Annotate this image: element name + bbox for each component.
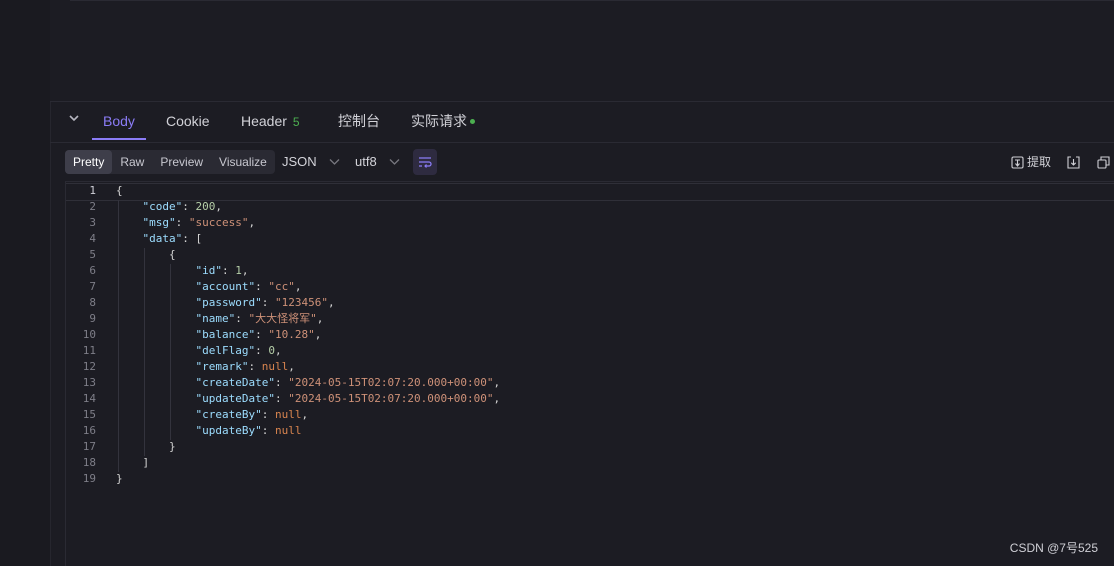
code-line: } [116, 472, 123, 485]
line-number: 13 [82, 376, 96, 389]
watermark: CSDN @7号525 [1009, 541, 1098, 555]
line-number: 6 [89, 264, 96, 277]
line-number: 1 [89, 184, 96, 197]
left-panel [0, 0, 51, 566]
view-mode-visualize[interactable]: Visualize [211, 150, 275, 174]
code-line: "password": "123456", [195, 296, 335, 309]
chevron-down-icon [387, 158, 401, 169]
line-number: 15 [82, 408, 96, 421]
code-line: "balance": "10.28", [195, 328, 322, 341]
code-line: "data": [ [142, 232, 203, 245]
header-count-badge: 5 [292, 115, 300, 129]
line-number: 2 [89, 200, 96, 213]
code-line: } [116, 440, 176, 453]
line-number: 19 [82, 472, 96, 485]
line-number: 5 [89, 248, 96, 261]
view-mode-raw[interactable]: Raw [112, 150, 152, 174]
wrap-lines-icon[interactable] [413, 149, 437, 175]
tab-header[interactable]: Header 5 [241, 102, 300, 140]
json-code: { "code": 200, "msg": "success", "data":… [116, 183, 500, 487]
download-icon[interactable] [1067, 152, 1080, 172]
tab-body[interactable]: Body [103, 102, 135, 140]
line-number: 4 [89, 232, 96, 245]
status-dot-icon [470, 118, 475, 124]
code-line: { [116, 184, 123, 197]
view-mode-pretty[interactable]: Pretty [65, 150, 113, 174]
line-number: 9 [89, 312, 96, 325]
tab-label: Body [103, 113, 135, 129]
code-line: ] [116, 456, 150, 469]
tab-actual-request[interactable]: 实际请求 [411, 102, 475, 140]
code-line: "code": 200, [142, 200, 223, 213]
line-number: 8 [89, 296, 96, 309]
format-select[interactable]: JSON [282, 150, 340, 174]
encoding-select[interactable]: utf8 [355, 150, 400, 174]
view-mode-preview[interactable]: Preview [152, 150, 211, 174]
code-line: "name": "大大怪将军", [195, 312, 324, 325]
line-number: 14 [82, 392, 96, 405]
encoding-value: utf8 [355, 154, 377, 169]
tab-console[interactable]: 控制台 [338, 102, 380, 140]
extract-label: 提取 [1027, 155, 1052, 169]
code-line: { [116, 248, 176, 261]
view-mode-group: Pretty Raw Preview Visualize [65, 150, 275, 174]
code-line: "updateBy": null [195, 424, 302, 437]
request-editor-area [50, 0, 1114, 102]
active-tab-indicator [92, 138, 146, 140]
extract-button[interactable]: 提取 [1011, 152, 1051, 172]
code-line: "updateDate": "2024-05-15T02:07:20.000+0… [195, 392, 501, 405]
copy-icon[interactable] [1097, 152, 1110, 172]
code-line: "msg": "success", [142, 216, 256, 229]
line-number: 12 [82, 360, 96, 373]
line-number: 16 [82, 424, 96, 437]
line-number: 11 [82, 344, 96, 357]
line-number: 17 [82, 440, 96, 453]
tab-label: 控制台 [338, 113, 380, 129]
tab-label: 实际请求 [411, 113, 467, 129]
extract-icon [1011, 155, 1024, 169]
line-number: 7 [89, 280, 96, 293]
code-line: "createBy": null, [195, 408, 309, 421]
tab-label: Header [241, 113, 287, 129]
line-number: 10 [82, 328, 96, 341]
code-line: "createDate": "2024-05-15T02:07:20.000+0… [195, 376, 501, 389]
code-line: "remark": null, [195, 360, 295, 373]
chevron-down-icon[interactable] [66, 109, 82, 131]
tab-label: Cookie [166, 113, 210, 129]
code-line: "account": "cc", [195, 280, 302, 293]
code-line: "id": 1, [195, 264, 249, 277]
chevron-down-icon [327, 158, 341, 169]
line-number: 3 [89, 216, 96, 229]
response-body-editor[interactable]: 1 2 3 4 5 6 7 8 9 10 11 12 13 14 15 16 1… [65, 181, 1114, 566]
tab-cookie[interactable]: Cookie [166, 102, 210, 140]
line-number-gutter: 1 2 3 4 5 6 7 8 9 10 11 12 13 14 15 16 1… [66, 183, 96, 487]
line-number: 18 [82, 456, 96, 469]
format-value: JSON [282, 154, 317, 169]
code-line: "delFlag": 0, [195, 344, 282, 357]
